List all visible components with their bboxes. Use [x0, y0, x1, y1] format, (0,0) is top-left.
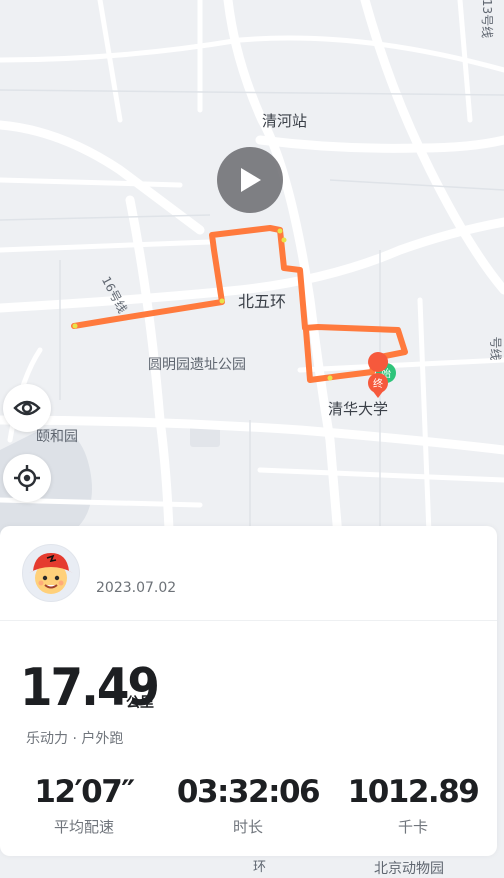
label-metro-line-4: 号线	[488, 336, 503, 361]
label-beijing-zoo: 北京动物园	[374, 861, 444, 877]
label-yuanmingyuan: 圆明园遗址公园	[148, 357, 246, 373]
stat-pace-label: 平均配速	[53, 818, 114, 836]
svg-text:终: 终	[373, 377, 383, 390]
stat-calories-label: 千卡	[397, 818, 428, 836]
stat-duration-label: 时长	[232, 818, 263, 836]
km-marker	[219, 298, 225, 304]
km-marker	[72, 323, 78, 329]
label-summer-palace: 颐和园	[36, 429, 78, 445]
runner-avatar-icon	[29, 553, 73, 594]
play-icon	[241, 168, 261, 192]
toggle-visibility-button[interactable]	[3, 384, 51, 432]
stat-calories-value: 1012.89	[347, 774, 480, 810]
workout-date: 2023.07.02	[96, 580, 177, 596]
km-marker	[277, 228, 283, 234]
stat-pace-value: 12′07″	[34, 774, 135, 810]
label-qinghe-station: 清河站	[262, 112, 308, 130]
workout-source-type: 乐动力 · 户外跑	[26, 731, 124, 747]
play-route-button[interactable]	[217, 147, 283, 213]
locate-button[interactable]	[3, 454, 51, 502]
label-tsinghua: 清华大学	[328, 400, 389, 418]
crosshair-icon	[14, 465, 40, 491]
label-north-fifth-ring: 北五环	[238, 292, 287, 311]
divider	[0, 620, 497, 621]
km-marker	[327, 375, 333, 381]
stat-duration-value: 03:32:06	[176, 774, 321, 810]
label-metro-line-13: 13号线	[480, 0, 495, 39]
eye-icon	[13, 400, 41, 416]
km-marker	[281, 237, 287, 243]
label-ring-fragment: 环	[253, 860, 267, 875]
avatar[interactable]	[22, 544, 80, 602]
distance-unit: 公里	[126, 695, 154, 711]
